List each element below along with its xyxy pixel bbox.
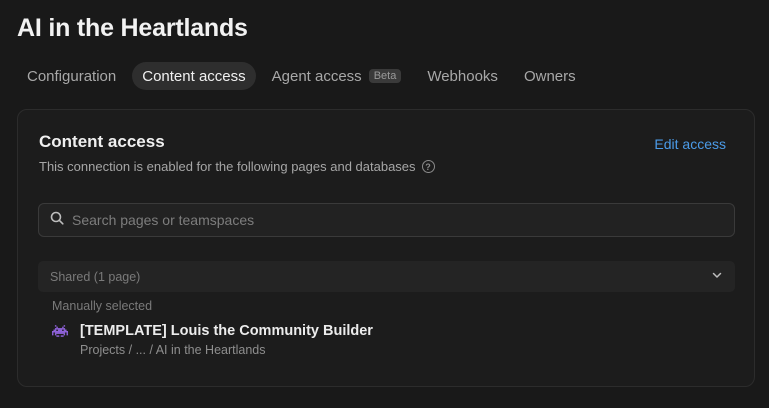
tab-webhooks[interactable]: Webhooks bbox=[417, 62, 508, 90]
tab-agent-access[interactable]: Agent access Beta bbox=[262, 62, 412, 90]
tab-owners[interactable]: Owners bbox=[514, 62, 586, 90]
page-title: AI in the Heartlands bbox=[17, 14, 248, 42]
page-breadcrumb: Projects / ... / AI in the Heartlands bbox=[80, 343, 266, 357]
tab-label: Webhooks bbox=[427, 67, 498, 85]
tab-label: Agent access bbox=[271, 67, 362, 85]
tab-label: Content access bbox=[142, 67, 246, 85]
shared-section-header[interactable]: Shared (1 page) bbox=[38, 261, 735, 292]
list-item[interactable]: [TEMPLATE] Louis the Community Builder P… bbox=[52, 320, 732, 362]
page-name: [TEMPLATE] Louis the Community Builder bbox=[80, 323, 373, 339]
search-icon bbox=[50, 211, 64, 230]
space-invader-icon bbox=[52, 324, 70, 342]
content-access-card: Content access This connection is enable… bbox=[17, 109, 755, 387]
card-description: This connection is enabled for the follo… bbox=[39, 159, 435, 174]
help-icon[interactable]: ? bbox=[421, 160, 435, 173]
chevron-down-icon bbox=[711, 268, 723, 286]
page-info: [TEMPLATE] Louis the Community Builder P… bbox=[80, 320, 373, 362]
edit-access-link[interactable]: Edit access bbox=[654, 136, 726, 152]
tab-configuration[interactable]: Configuration bbox=[17, 62, 126, 90]
tab-content-access[interactable]: Content access bbox=[132, 62, 256, 90]
shared-section-label: Shared (1 page) bbox=[50, 269, 141, 284]
manually-selected-heading: Manually selected bbox=[52, 299, 153, 313]
tab-bar: Configuration Content access Agent acces… bbox=[17, 62, 586, 90]
search-field[interactable] bbox=[38, 203, 735, 237]
description-text: This connection is enabled for the follo… bbox=[39, 159, 416, 174]
card-title: Content access bbox=[39, 132, 165, 151]
tab-label: Owners bbox=[523, 67, 576, 85]
search-input[interactable] bbox=[72, 212, 712, 228]
beta-badge: Beta bbox=[368, 69, 402, 83]
tab-label: Configuration bbox=[27, 67, 117, 85]
